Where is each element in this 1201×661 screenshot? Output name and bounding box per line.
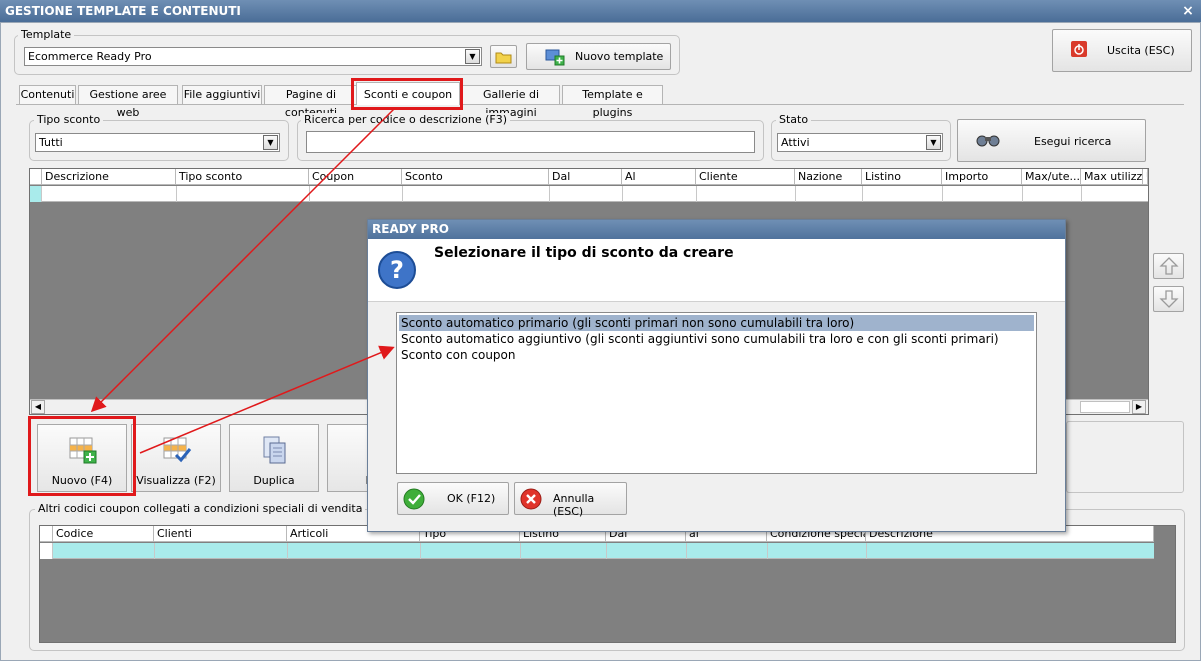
open-folder-button[interactable] xyxy=(490,45,517,68)
template-select[interactable]: Ecommerce Ready Pro ▼ xyxy=(24,47,482,66)
template-select-value: Ecommerce Ready Pro xyxy=(28,50,152,63)
arrow-up-icon xyxy=(1159,257,1179,275)
new-button-highlight-box xyxy=(28,416,136,496)
col-coupon[interactable]: Coupon xyxy=(309,169,402,185)
duplicate-icon xyxy=(263,436,286,464)
chevron-down-icon[interactable]: ▼ xyxy=(926,135,941,150)
dialog-question: Selezionare il tipo di sconto da creare xyxy=(434,245,734,261)
view-button-label: Visualizza (F2) xyxy=(136,474,216,487)
cancel-label: Annulla (ESC) xyxy=(553,492,595,518)
question-icon: ? xyxy=(378,251,416,289)
tab-gestione-aree-web[interactable]: Gestione aree web xyxy=(78,85,178,119)
close-button[interactable]: × xyxy=(1181,0,1195,22)
power-icon xyxy=(1071,41,1087,57)
grid-header: Descrizione Tipo sconto Coupon Sconto Da… xyxy=(30,169,1148,185)
view-button[interactable]: Visualizza (F2) xyxy=(131,424,221,492)
col-max-utilizzi[interactable]: Max utilizzi xyxy=(1081,169,1143,185)
search-button[interactable]: Esegui ricerca xyxy=(957,119,1146,162)
scroll-left-icon[interactable]: ◀ xyxy=(31,400,45,414)
col-sconto[interactable]: Sconto xyxy=(402,169,549,185)
tab-gallerie-di-immagini[interactable]: Gallerie di immagini xyxy=(462,85,560,119)
new-template-label: Nuovo template xyxy=(575,50,664,63)
search-label: Ricerca per codice o descrizione (F3) xyxy=(301,113,511,126)
col-tipo-sconto[interactable]: Tipo sconto xyxy=(176,169,309,185)
tab-template-e-plugins[interactable]: Template e plugins xyxy=(562,85,663,119)
new-template-button[interactable]: Nuovo template xyxy=(526,43,671,70)
binoculars-icon xyxy=(976,135,1000,147)
tab-strip: Contenuti Gestione aree web File aggiunt… xyxy=(16,82,676,119)
discount-type-list[interactable]: Sconto automatico primario (gli sconti p… xyxy=(396,312,1037,474)
coupon-grid[interactable]: Codice Clienti Articoli Tipo Listino Dal… xyxy=(39,525,1176,643)
dialog-title: READY PRO xyxy=(368,220,1065,239)
tab-file-aggiuntivi[interactable]: File aggiuntivi xyxy=(182,85,262,104)
row-indicator xyxy=(40,543,53,559)
arrow-down-icon xyxy=(1159,290,1179,308)
list-item[interactable]: Sconto con coupon xyxy=(399,347,1034,363)
template-group-label: Template xyxy=(18,28,75,41)
ok-label: OK (F12) xyxy=(447,492,496,505)
duplicate-button-label: Duplica xyxy=(253,474,295,487)
stato-label: Stato xyxy=(776,113,812,126)
col-nazione[interactable]: Nazione xyxy=(795,169,862,185)
side-panel xyxy=(1066,421,1184,493)
col-listino[interactable]: Listino xyxy=(862,169,942,185)
table-row[interactable] xyxy=(30,186,1148,202)
col-max-utente[interactable]: Max/ute... xyxy=(1022,169,1081,185)
list-item[interactable]: Sconto automatico aggiuntivo (gli sconti… xyxy=(399,331,1034,347)
col-cliente[interactable]: Cliente xyxy=(696,169,795,185)
duplicate-button[interactable]: Duplica xyxy=(229,424,319,492)
view-grid-icon xyxy=(163,437,192,463)
window-title: GESTIONE TEMPLATE E CONTENUTI xyxy=(0,0,1201,22)
chevron-down-icon[interactable]: ▼ xyxy=(465,49,480,64)
cancel-button[interactable]: Annulla (ESC) xyxy=(514,482,627,518)
col-dal[interactable]: Dal xyxy=(549,169,622,185)
ok-button[interactable]: OK (F12) xyxy=(397,482,509,515)
tipo-sconto-label: Tipo sconto xyxy=(34,113,104,126)
row-indicator xyxy=(30,186,42,202)
move-down-button[interactable] xyxy=(1153,286,1184,312)
tab-highlight-box xyxy=(351,78,463,110)
search-button-label: Esegui ricerca xyxy=(1034,135,1112,148)
scroll-thumb[interactable] xyxy=(1080,401,1130,413)
table-row[interactable] xyxy=(40,543,1154,559)
coupon-group-label: Altri codici coupon collegati a condizio… xyxy=(35,502,366,515)
discount-type-dialog: READY PRO ? Selezionare il tipo di scont… xyxy=(367,219,1066,532)
tab-contenuti[interactable]: Contenuti xyxy=(19,85,76,104)
col-clienti[interactable]: Clienti xyxy=(154,526,287,542)
col-al[interactable]: Al xyxy=(622,169,696,185)
new-template-icon xyxy=(545,49,565,66)
svg-text:?: ? xyxy=(390,256,404,284)
cancel-icon xyxy=(520,488,542,510)
col-u[interactable]: U xyxy=(1143,169,1148,185)
exit-label: Uscita (ESC) xyxy=(1107,44,1175,57)
col-codice[interactable]: Codice xyxy=(53,526,154,542)
scroll-right-icon[interactable]: ▶ xyxy=(1132,400,1146,414)
move-up-button[interactable] xyxy=(1153,253,1184,279)
tab-pagine-di-contenuti[interactable]: Pagine di contenuti xyxy=(264,85,358,119)
list-item[interactable]: Sconto automatico primario (gli sconti p… xyxy=(399,315,1034,331)
stato-select[interactable]: Attivi ▼ xyxy=(777,133,943,152)
col-descrizione[interactable]: Descrizione xyxy=(42,169,176,185)
checkmark-icon xyxy=(403,488,425,510)
grid-indicator-header xyxy=(30,169,42,185)
search-input[interactable] xyxy=(306,131,755,153)
tipo-sconto-select[interactable]: Tutti ▼ xyxy=(35,133,280,152)
stato-value: Attivi xyxy=(781,136,810,149)
col-importo[interactable]: Importo xyxy=(942,169,1022,185)
dialog-header: ? Selezionare il tipo di sconto da crear… xyxy=(368,239,1065,302)
exit-button[interactable]: Uscita (ESC) xyxy=(1052,29,1192,72)
chevron-down-icon[interactable]: ▼ xyxy=(263,135,278,150)
folder-icon xyxy=(495,52,512,64)
tipo-sconto-value: Tutti xyxy=(39,136,63,149)
